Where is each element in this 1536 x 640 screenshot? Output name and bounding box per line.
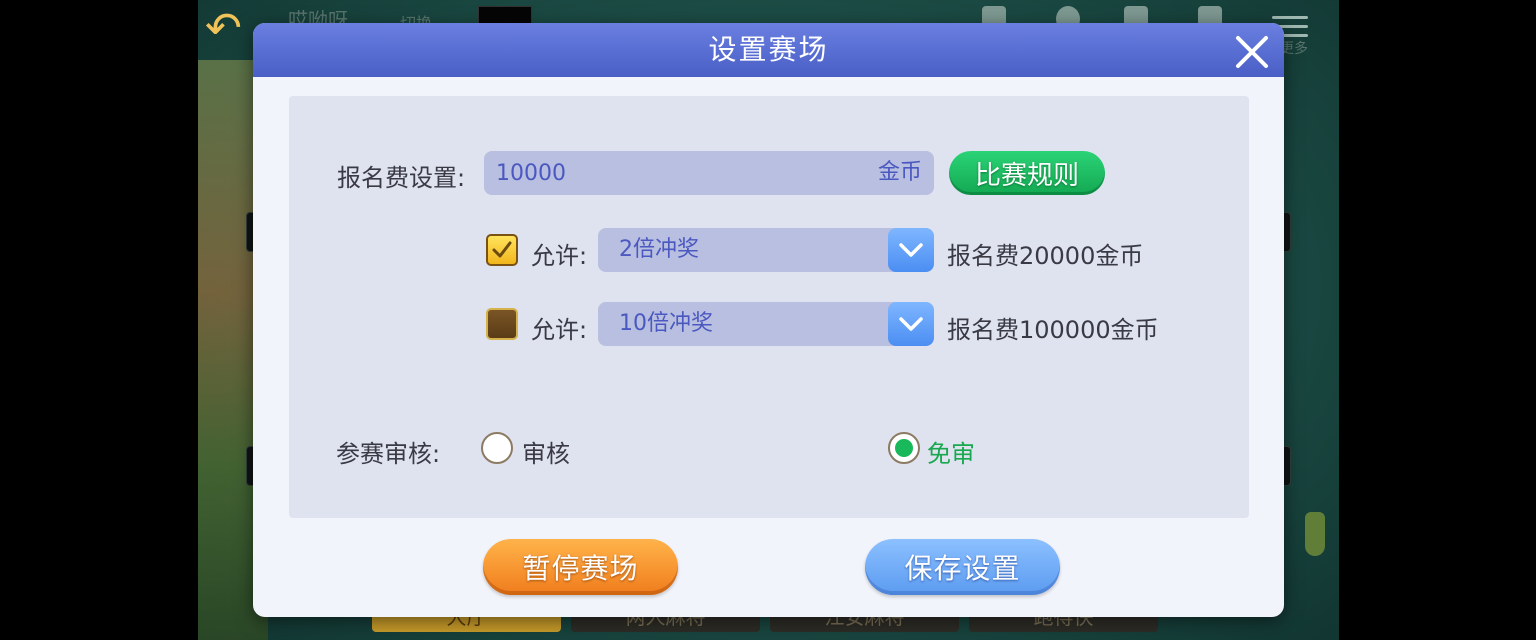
- dialog-title: 设置赛场: [708, 33, 829, 66]
- multiplier-2x-select[interactable]: 2倍冲奖: [598, 228, 934, 272]
- review-label: 参赛审核:: [336, 440, 441, 468]
- review-required-radio[interactable]: [481, 432, 513, 464]
- entry-fee-unit: 金币: [877, 160, 922, 185]
- match-rules-button[interactable]: 比赛规则: [949, 151, 1105, 195]
- close-icon: [1236, 36, 1268, 68]
- review-exempt-label[interactable]: 免审: [927, 434, 975, 469]
- multiplier-2x-fee-text: 报名费20000金币: [947, 242, 1144, 270]
- bottle-decoration: [1305, 512, 1325, 556]
- review-required-label[interactable]: 审核: [522, 434, 570, 469]
- entry-fee-label: 报名费设置:: [337, 164, 466, 192]
- settings-dialog: 设置赛场 报名费设置: 金币 比赛规则 允许: 2倍冲奖: [253, 23, 1284, 617]
- dropdown-button[interactable]: [888, 302, 934, 346]
- multiplier-10x-fee-text: 报名费100000金币: [947, 316, 1159, 344]
- dropdown-button[interactable]: [888, 228, 934, 272]
- multiplier-2x-checkbox[interactable]: [486, 234, 518, 266]
- dialog-header: 设置赛场: [253, 23, 1284, 77]
- close-button[interactable]: [1234, 34, 1270, 70]
- multiplier-10x-checkbox[interactable]: [486, 308, 518, 340]
- entry-fee-input[interactable]: [484, 151, 844, 195]
- pause-match-button[interactable]: 暂停赛场: [483, 539, 678, 595]
- chevron-down-icon: [899, 243, 923, 257]
- chevron-down-icon: [899, 317, 923, 331]
- multiplier-10x-select[interactable]: 10倍冲奖: [598, 302, 934, 346]
- allow-label: 允许:: [531, 316, 588, 344]
- settings-panel: 报名费设置: 金币 比赛规则 允许: 2倍冲奖 报名费20000金币 允许: 1…: [289, 96, 1249, 518]
- save-settings-button[interactable]: 保存设置: [865, 539, 1060, 595]
- entry-fee-field[interactable]: 金币: [484, 151, 934, 195]
- review-exempt-radio[interactable]: [888, 432, 920, 464]
- checkmark-icon: [492, 241, 512, 258]
- select-value: 2倍冲奖: [619, 237, 699, 262]
- allow-label: 允许:: [531, 242, 588, 270]
- back-arrow-icon[interactable]: ↶: [205, 4, 255, 54]
- select-value: 10倍冲奖: [619, 311, 713, 336]
- more-label: 更多: [1280, 41, 1308, 57]
